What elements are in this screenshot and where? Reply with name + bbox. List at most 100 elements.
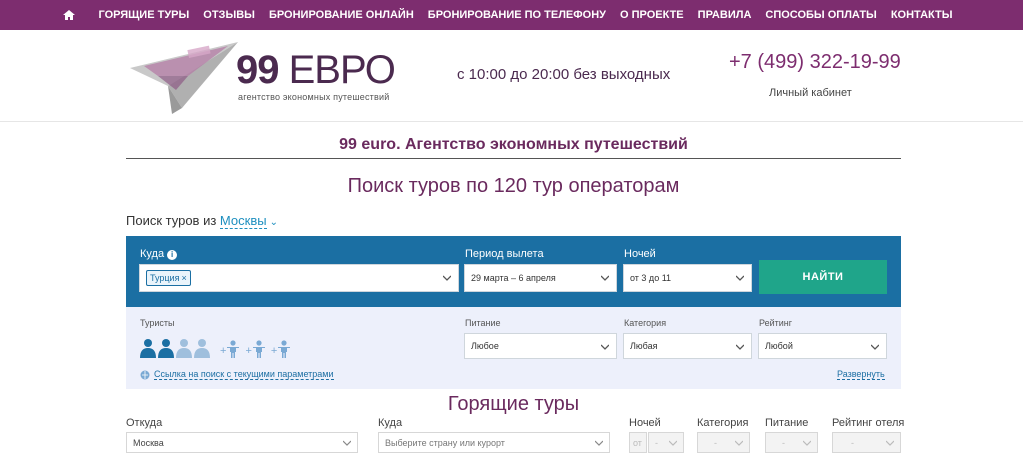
working-hours: с 10:00 до 20:00 без выходных (457, 66, 671, 83)
hot-meal-value: - (782, 437, 785, 448)
search-link[interactable]: Ссылка на поиск с текущими параметрами (154, 369, 334, 380)
chevron-down-icon (735, 440, 743, 446)
children-group: + + + (220, 340, 296, 358)
destination-tag-label: Турция (150, 273, 180, 283)
departure-label: Поиск туров из (126, 213, 217, 228)
search-heading: Поиск туров по 120 тур операторам (347, 175, 680, 197)
nav-phone-booking[interactable]: БРОНИРОВАНИЕ ПО ТЕЛЕФОНУ (428, 9, 606, 21)
chevron-down-icon (886, 440, 894, 446)
destination-tag[interactable]: Турция × (146, 270, 191, 286)
child-person-icon[interactable] (227, 340, 240, 358)
hot-nights-from: от (629, 432, 647, 453)
hot-to-placeholder: Выберите страну или курорт (385, 437, 505, 448)
account-link[interactable]: Личный кабинет (769, 87, 852, 99)
remove-tag-icon[interactable]: × (181, 273, 186, 283)
home-icon[interactable] (63, 10, 76, 20)
logo-wordmark[interactable]: 99 ЕВРО (236, 48, 396, 92)
category-select[interactable]: Любая (623, 333, 752, 359)
departure-city-row: Поиск туров из Москвы ⌄ (126, 213, 278, 229)
chevron-down-icon[interactable] (871, 343, 879, 351)
nav-contacts[interactable]: КОНТАКТЫ (891, 9, 953, 21)
chevron-down-icon[interactable] (595, 439, 603, 447)
hot-from-label: Откуда (126, 417, 163, 429)
chevron-down-icon (669, 440, 677, 446)
nights-label: Ночей (624, 248, 656, 260)
hot-meal-select: - (765, 432, 818, 453)
rating-label: Рейтинг (759, 318, 793, 328)
hot-nights-value: - (655, 437, 658, 448)
add-child-plus-icon[interactable]: + (271, 344, 277, 358)
find-button[interactable]: НАЙТИ (759, 260, 887, 294)
logo-number: 99 (236, 48, 279, 92)
chevron-down-icon[interactable] (736, 274, 744, 282)
hot-to-label: Куда (378, 417, 403, 429)
chevron-down-icon[interactable] (601, 274, 609, 282)
hot-rating-select: - (832, 432, 901, 453)
paper-plane-logo-icon[interactable] (128, 38, 240, 116)
nav-rules[interactable]: ПРАВИЛА (698, 9, 752, 21)
add-child-plus-icon[interactable]: + (220, 344, 226, 358)
period-label: Период вылета (465, 248, 544, 260)
chevron-down-icon[interactable] (343, 439, 351, 447)
hot-rating-label: Рейтинг отеля (832, 417, 905, 429)
adults-group (140, 338, 212, 358)
expand-link[interactable]: Развернуть (837, 369, 885, 380)
agency-title: 99 euro. Агентство экономных путешествий (339, 136, 688, 153)
tour-search-panel: Куда i Турция × Период вылета 29 марта – 6… (126, 236, 901, 307)
adult-person-icon[interactable] (140, 338, 156, 358)
nav-hot-tours[interactable]: ГОРЯЩИЕ ТУРЫ (98, 9, 189, 21)
tourists-selector: + + + (140, 338, 296, 358)
extra-filters-panel: Туристы + + + Питание Любое Категория Люба… (126, 307, 901, 389)
departure-city-select[interactable]: Москвы (219, 213, 267, 229)
destination-label-wrap: Куда i (140, 248, 178, 260)
nav-payment[interactable]: СПОСОБЫ ОПЛАТЫ (765, 9, 876, 21)
nav-online-booking[interactable]: БРОНИРОВАНИЕ ОНЛАЙН (269, 9, 414, 21)
destination-label: Куда (140, 248, 165, 260)
meal-select[interactable]: Любое (464, 333, 617, 359)
category-label: Категория (624, 318, 667, 328)
hot-from-value: Москва (133, 437, 164, 448)
period-select[interactable]: 29 марта – 6 апреля (464, 264, 617, 292)
info-icon[interactable]: i (167, 250, 178, 260)
adult-person-icon[interactable] (194, 338, 210, 358)
category-value: Любая (630, 341, 658, 351)
adult-person-icon[interactable] (176, 338, 192, 358)
meal-value: Любое (471, 341, 499, 351)
adult-person-icon[interactable] (158, 338, 174, 358)
search-link-row[interactable]: Ссылка на поиск с текущими параметрами (140, 369, 334, 380)
add-child-plus-icon[interactable]: + (245, 344, 251, 358)
logo-tagline: агентство экономных путешествий (238, 92, 390, 102)
top-nav: ГОРЯЩИЕ ТУРЫ ОТЗЫВЫ БРОНИРОВАНИЕ ОНЛАЙН … (0, 0, 1023, 30)
period-value: 29 марта – 6 апреля (471, 273, 556, 283)
hot-category-value: - (714, 437, 717, 448)
hot-rating-value: - (851, 437, 854, 448)
rating-value: Любой (765, 341, 793, 351)
logo-word: ЕВРО (288, 48, 396, 92)
site-header: 99 ЕВРО агентство экономных путешествий … (0, 30, 1023, 122)
hot-category-select: - (697, 432, 750, 453)
hot-nights-from-label: от (633, 437, 642, 448)
tourists-label: Туристы (140, 318, 175, 328)
meal-label: Питание (465, 318, 501, 328)
rating-select[interactable]: Любой (758, 333, 887, 359)
chevron-down-icon[interactable]: ⌄ (270, 217, 278, 228)
hot-from-select[interactable]: Москва (126, 432, 358, 453)
hot-category-label: Категория (697, 417, 749, 429)
chevron-down-icon[interactable] (601, 343, 609, 351)
hot-to-select[interactable]: Выберите страну или курорт (378, 432, 610, 453)
hot-meal-label: Питание (765, 417, 809, 429)
nav-reviews[interactable]: ОТЗЫВЫ (203, 9, 255, 21)
nights-select[interactable]: от 3 до 11 (623, 264, 752, 292)
chevron-down-icon[interactable] (736, 343, 744, 351)
chevron-down-icon (803, 440, 811, 446)
nights-value: от 3 до 11 (630, 273, 672, 283)
chevron-down-icon[interactable] (443, 274, 451, 282)
child-person-icon[interactable] (278, 340, 291, 358)
hot-tours-heading: Горящие туры (447, 393, 580, 415)
link-icon (140, 370, 150, 379)
hot-nights-label: Ночей (629, 417, 661, 429)
nav-about[interactable]: О ПРОЕКТЕ (620, 9, 684, 21)
child-person-icon[interactable] (252, 340, 265, 358)
phone-number[interactable]: +7 (499) 322-19-99 (729, 51, 901, 74)
destination-field[interactable]: Турция × (139, 264, 459, 292)
